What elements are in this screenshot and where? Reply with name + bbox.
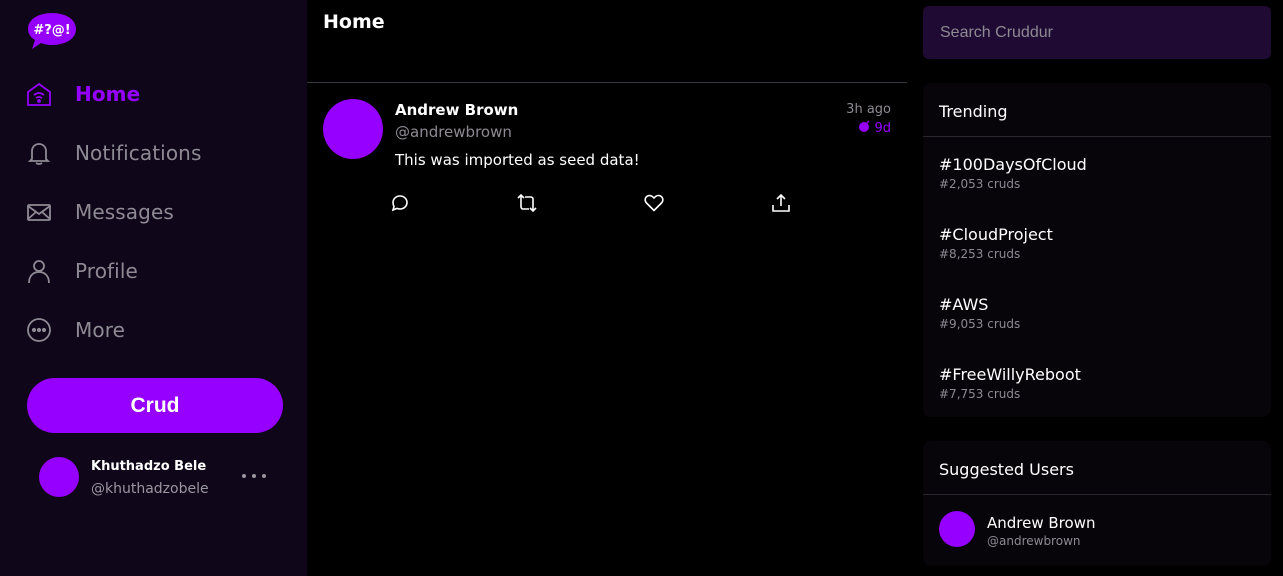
search-input[interactable] <box>923 6 1271 59</box>
sidebar: #?@! Home Notifications Messages Profile… <box>0 0 307 576</box>
trend-count: #7,753 cruds <box>939 387 1021 401</box>
trend-count: #9,053 cruds <box>939 317 1021 331</box>
suggested-user-avatar[interactable] <box>939 511 975 547</box>
trending-title: Trending <box>939 102 1008 121</box>
dot-icon <box>252 474 256 478</box>
person-icon <box>26 258 52 284</box>
dot-icon <box>242 474 246 478</box>
crud-button[interactable]: Crud <box>27 378 283 433</box>
sidebar-item-notifications[interactable]: Notifications <box>26 136 286 170</box>
sidebar-item-label: Home <box>75 82 141 106</box>
repost-icon[interactable] <box>517 193 537 213</box>
feed-header: Home <box>307 0 907 83</box>
bell-icon <box>26 140 52 166</box>
sidebar-item-label: Notifications <box>75 141 202 165</box>
sidebar-item-more[interactable]: More <box>26 313 286 347</box>
post-expiry-text: 9d <box>874 120 891 136</box>
sidebar-item-label: Profile <box>75 259 138 283</box>
post-author-handle[interactable]: @andrewbrown <box>395 123 512 141</box>
trend-tag: #100DaysOfCloud <box>939 155 1087 174</box>
suggested-users-title: Suggested Users <box>939 460 1074 479</box>
trending-panel: Trending #100DaysOfCloud #2,053 cruds #C… <box>923 83 1271 417</box>
post-author-name[interactable]: Andrew Brown <box>395 101 518 119</box>
sidebar-item-messages[interactable]: Messages <box>26 195 286 229</box>
post-message: This was imported as seed data! <box>395 151 640 169</box>
trend-item[interactable]: #FreeWillyReboot #7,753 cruds <box>939 365 1081 401</box>
share-icon[interactable] <box>771 193 791 213</box>
home-icon <box>26 81 52 107</box>
trend-item[interactable]: #CloudProject #8,253 cruds <box>939 225 1053 261</box>
dot-icon <box>262 474 266 478</box>
reply-icon[interactable] <box>390 193 410 213</box>
trend-tag: #AWS <box>939 295 989 314</box>
post-timestamp: 3h ago <box>846 102 891 117</box>
like-icon[interactable] <box>644 193 664 213</box>
profile-more-button[interactable] <box>242 466 266 486</box>
trend-count: #8,253 cruds <box>939 247 1021 261</box>
cruddur-logo[interactable]: #?@! <box>27 11 77 51</box>
sidebar-item-profile[interactable]: Profile <box>26 254 286 288</box>
profile-handle: @khuthadzobele <box>91 481 209 497</box>
trend-tag: #CloudProject <box>939 225 1053 244</box>
divider <box>923 136 1271 137</box>
trend-tag: #FreeWillyReboot <box>939 365 1081 384</box>
avatar[interactable] <box>39 457 79 497</box>
ellipsis-circle-icon <box>26 317 52 343</box>
page-title: Home <box>323 11 385 33</box>
sidebar-item-label: Messages <box>75 200 174 224</box>
trend-item[interactable]: #AWS #9,053 cruds <box>939 295 1020 331</box>
logo-text: #?@! <box>33 23 70 38</box>
post-avatar[interactable] <box>323 99 383 159</box>
trend-item[interactable]: #100DaysOfCloud #2,053 cruds <box>939 155 1087 191</box>
profile-name: Khuthadzo Bele <box>91 459 207 474</box>
bomb-icon <box>858 120 871 136</box>
suggested-users-panel: Suggested Users Andrew Brown @andrewbrow… <box>923 441 1271 566</box>
envelope-icon <box>26 199 52 225</box>
post-expiry: 9d <box>858 120 891 136</box>
main-feed: Home Andrew Brown @andrewbrown 3h ago 9d… <box>307 0 907 576</box>
suggested-user-handle: @andrewbrown <box>987 534 1081 548</box>
divider <box>923 494 1271 495</box>
sidebar-item-home[interactable]: Home <box>26 77 286 111</box>
suggested-user-name[interactable]: Andrew Brown <box>987 514 1095 532</box>
sidebar-item-label: More <box>75 318 125 342</box>
trend-count: #2,053 cruds <box>939 177 1021 191</box>
